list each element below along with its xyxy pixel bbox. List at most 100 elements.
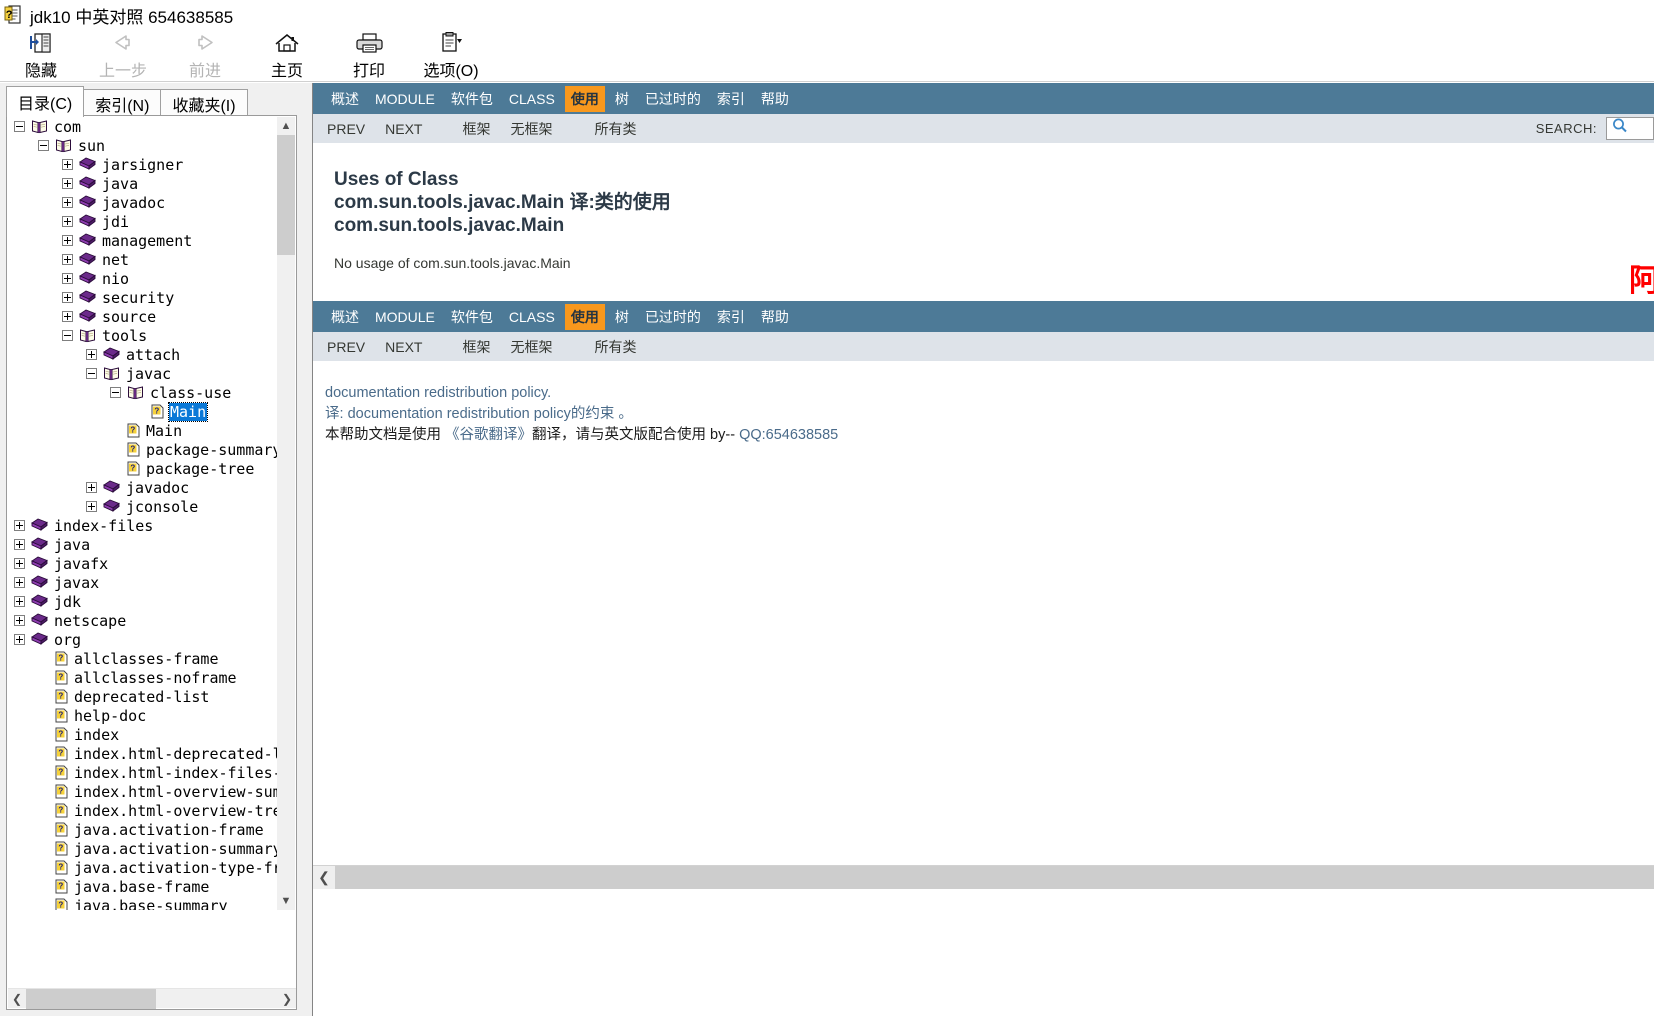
hide-button[interactable]: 隐藏 [0, 28, 82, 82]
next-link-bottom[interactable]: NEXT [385, 339, 422, 355]
content-horizontal-scrollbar[interactable]: ❮ [313, 865, 1654, 889]
tab-index[interactable]: 索引(N) [83, 89, 162, 117]
tree-vscroll-thumb[interactable] [277, 135, 295, 255]
scroll-left-icon[interactable]: ❮ [8, 989, 26, 1009]
doc-nav-item[interactable]: MODULE [369, 88, 441, 110]
doc-nav-item[interactable]: 已过时的 [639, 304, 707, 330]
tree-hscroll-thumb[interactable] [26, 989, 156, 1009]
tree-item[interactable]: ? java.activation-frame [8, 820, 278, 839]
tree-item[interactable]: ? java.base-frame [8, 877, 278, 896]
prev-link-top[interactable]: PREV [327, 121, 365, 137]
tree-item[interactable]: ? index.html-index-files-index [8, 763, 278, 782]
tree-item[interactable]: jdi [8, 212, 278, 231]
content-scroll-left-icon[interactable]: ❮ [313, 866, 335, 889]
expand-icon[interactable] [14, 596, 25, 607]
tree-item[interactable]: ? index [8, 725, 278, 744]
doc-nav-item[interactable]: CLASS [503, 88, 561, 110]
tree-horizontal-scrollbar[interactable]: ❮ ❯ [8, 988, 296, 1009]
content-hscroll-thumb[interactable] [335, 866, 1654, 889]
doc-nav-item[interactable]: 帮助 [755, 304, 795, 330]
search-input[interactable] [1606, 117, 1654, 140]
next-link-top[interactable]: NEXT [385, 121, 422, 137]
tab-favorites[interactable]: 收藏夹(I) [160, 89, 248, 117]
frames-link-top[interactable]: 框架 [462, 119, 490, 139]
tree-item[interactable]: ? index.html-deprecated-list [8, 744, 278, 763]
tree-item[interactable]: ? help-doc [8, 706, 278, 725]
collapse-icon[interactable] [86, 368, 97, 379]
tree-item[interactable]: com [8, 117, 278, 136]
doc-nav-item[interactable]: 索引 [711, 86, 751, 112]
tree-item[interactable]: javadoc [8, 193, 278, 212]
doc-nav-item[interactable]: CLASS [503, 306, 561, 328]
tree-item[interactable]: source [8, 307, 278, 326]
tree-item[interactable]: index-files [8, 516, 278, 535]
redistribution-policy-link[interactable]: documentation redistribution policy. [325, 385, 551, 401]
expand-icon[interactable] [14, 577, 25, 588]
home-button[interactable]: 主页 [246, 28, 328, 82]
tree-item[interactable]: jconsole [8, 497, 278, 516]
expand-icon[interactable] [62, 235, 73, 246]
expand-icon[interactable] [86, 482, 97, 493]
tree-item[interactable]: org [8, 630, 278, 649]
collapse-icon[interactable] [62, 330, 73, 341]
expand-icon[interactable] [14, 539, 25, 550]
tree-item[interactable]: ? Main [8, 421, 278, 440]
options-button[interactable]: 选项(O) [410, 28, 492, 82]
tree-item[interactable]: nio [8, 269, 278, 288]
collapse-icon[interactable] [110, 387, 121, 398]
scroll-right-icon[interactable]: ❯ [278, 989, 296, 1009]
tree-item[interactable]: javax [8, 573, 278, 592]
doc-nav-item[interactable]: MODULE [369, 306, 441, 328]
tree-item[interactable]: jdk [8, 592, 278, 611]
doc-nav-item[interactable]: 概述 [325, 86, 365, 112]
expand-icon[interactable] [62, 254, 73, 265]
prev-link-bottom[interactable]: PREV [327, 339, 365, 355]
google-translate-link[interactable]: 《谷歌翻译》 [445, 427, 532, 443]
doc-nav-item[interactable]: 已过时的 [639, 86, 707, 112]
noframes-link-top[interactable]: 无框架 [510, 119, 552, 139]
tree-item[interactable]: management [8, 231, 278, 250]
tree-item[interactable]: java [8, 174, 278, 193]
tree-vertical-scrollbar[interactable]: ▲ ▼ [277, 117, 295, 910]
doc-nav-item[interactable]: 树 [609, 304, 635, 330]
tree-item[interactable]: security [8, 288, 278, 307]
tree-item[interactable]: ? deprecated-list [8, 687, 278, 706]
allclasses-link-top[interactable]: 所有类 [594, 119, 636, 139]
scroll-down-icon[interactable]: ▼ [277, 892, 295, 910]
expand-icon[interactable] [14, 558, 25, 569]
qq-contact[interactable]: QQ:654638585 [739, 427, 838, 443]
tree-item[interactable]: ? allclasses-noframe [8, 668, 278, 687]
doc-nav-item[interactable]: 索引 [711, 304, 751, 330]
back-button[interactable]: 上一步 [82, 28, 164, 82]
doc-nav-item[interactable]: 使用 [564, 85, 605, 112]
expand-icon[interactable] [62, 311, 73, 322]
tree-item[interactable]: ? index.html-overview-tree [8, 801, 278, 820]
tree-item[interactable]: ? Main [8, 401, 278, 422]
tab-contents[interactable]: 目录(C) [6, 86, 85, 117]
pane-splitter[interactable] [305, 83, 312, 1016]
collapse-icon[interactable] [38, 140, 49, 151]
expand-icon[interactable] [62, 197, 73, 208]
expand-icon[interactable] [62, 178, 73, 189]
tree-item[interactable]: ? index.html-overview-summary [8, 782, 278, 801]
expand-icon[interactable] [62, 292, 73, 303]
tree-item[interactable]: net [8, 250, 278, 269]
expand-icon[interactable] [86, 501, 97, 512]
tree-item[interactable]: jarsigner [8, 155, 278, 174]
print-button[interactable]: 打印 [328, 28, 410, 82]
expand-icon[interactable] [14, 615, 25, 626]
tree-item[interactable]: ? allclasses-frame [8, 649, 278, 668]
tree-item[interactable]: attach [8, 345, 278, 364]
tree-item[interactable]: tools [8, 326, 278, 345]
redistribution-policy-link-translated[interactable]: documentation redistribution policy [348, 406, 571, 422]
forward-button[interactable]: 前进 [164, 28, 246, 82]
expand-icon[interactable] [14, 520, 25, 531]
doc-nav-item[interactable]: 软件包 [445, 86, 499, 112]
collapse-icon[interactable] [14, 121, 25, 132]
tree-item[interactable]: sun [8, 136, 278, 155]
tree-item[interactable]: ? java.activation-type-frame [8, 858, 278, 877]
tree-item[interactable]: ? package-tree [8, 459, 278, 478]
contents-tree[interactable]: com sun jarsigner java javadoc jdi management n… [8, 117, 278, 910]
tree-item[interactable]: javac [8, 364, 278, 383]
frames-link-bottom[interactable]: 框架 [462, 337, 490, 357]
